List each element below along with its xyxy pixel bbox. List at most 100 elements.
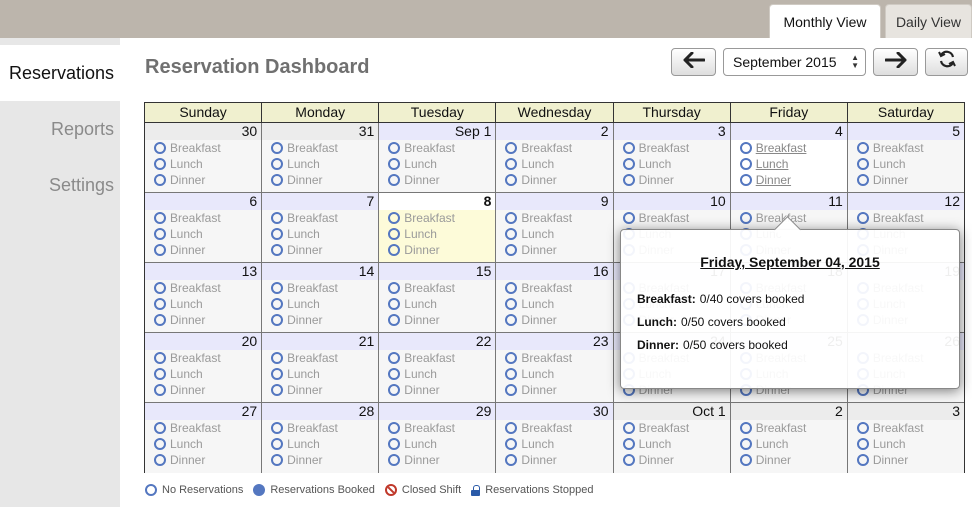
meal-slot[interactable]: Breakfast <box>379 350 495 366</box>
meal-slot[interactable]: Dinner <box>145 382 261 398</box>
meal-slot[interactable]: Dinner <box>262 382 378 398</box>
meal-slot[interactable]: Dinner <box>614 172 730 188</box>
meal-slot[interactable]: Lunch <box>262 156 378 172</box>
meal-slot[interactable]: Dinner <box>145 172 261 188</box>
calendar-day[interactable]: 30 Breakfast Lunch Dinner <box>496 403 614 473</box>
meal-slot[interactable]: Lunch <box>848 436 964 452</box>
meal-slot[interactable]: Breakfast <box>262 420 378 436</box>
meal-slot[interactable]: Dinner <box>731 452 847 468</box>
meal-slot[interactable]: Dinner <box>379 312 495 328</box>
calendar-day[interactable]: 8 Breakfast Lunch Dinner <box>379 193 497 262</box>
calendar-day[interactable]: 28 Breakfast Lunch Dinner <box>262 403 380 473</box>
meal-slot[interactable]: Dinner <box>379 452 495 468</box>
meal-slot[interactable]: Lunch <box>379 226 495 242</box>
calendar-day[interactable]: 4 Breakfast Lunch Dinner <box>730 123 848 192</box>
meal-slot[interactable]: Lunch <box>379 436 495 452</box>
meal-slot[interactable]: Lunch <box>496 226 612 242</box>
calendar-day[interactable]: 30 Breakfast Lunch Dinner <box>145 123 263 192</box>
prev-month-button[interactable] <box>671 48 716 76</box>
meal-slot[interactable]: Dinner <box>262 242 378 258</box>
meal-slot[interactable]: Breakfast <box>496 210 612 226</box>
meal-slot[interactable]: Dinner <box>262 452 378 468</box>
meal-slot[interactable]: Dinner <box>848 452 964 468</box>
calendar-day[interactable]: 22 Breakfast Lunch Dinner <box>379 333 497 402</box>
calendar-day[interactable]: 16 Breakfast Lunch Dinner <box>496 263 614 332</box>
tab-monthly-view[interactable]: Monthly View <box>769 4 881 38</box>
meal-slot[interactable]: Lunch <box>731 156 847 172</box>
meal-slot[interactable]: Breakfast <box>614 140 730 156</box>
meal-slot[interactable]: Breakfast <box>145 420 261 436</box>
meal-slot[interactable]: Lunch <box>496 436 612 452</box>
meal-slot[interactable]: Breakfast <box>496 280 612 296</box>
calendar-day[interactable]: Sep 1 Breakfast Lunch Dinner <box>379 123 497 192</box>
calendar-day[interactable]: 29 Breakfast Lunch Dinner <box>379 403 497 473</box>
calendar-day[interactable]: 27 Breakfast Lunch Dinner <box>145 403 263 473</box>
meal-slot[interactable]: Lunch <box>731 436 847 452</box>
calendar-day[interactable]: 2 Breakfast Lunch Dinner <box>496 123 614 192</box>
calendar-day[interactable]: 20 Breakfast Lunch Dinner <box>145 333 263 402</box>
meal-slot[interactable]: Dinner <box>848 172 964 188</box>
meal-slot[interactable]: Lunch <box>262 296 378 312</box>
meal-slot[interactable]: Breakfast <box>379 140 495 156</box>
meal-slot[interactable]: Dinner <box>145 312 261 328</box>
meal-slot[interactable]: Breakfast <box>145 280 261 296</box>
meal-slot[interactable]: Breakfast <box>262 140 378 156</box>
meal-slot[interactable]: Dinner <box>496 312 612 328</box>
calendar-day[interactable]: 9 Breakfast Lunch Dinner <box>496 193 614 262</box>
meal-slot[interactable]: Lunch <box>379 296 495 312</box>
sidebar-item-reports[interactable]: Reports <box>0 101 120 157</box>
calendar-day[interactable]: 7 Breakfast Lunch Dinner <box>262 193 380 262</box>
meal-slot[interactable]: Lunch <box>496 156 612 172</box>
meal-slot[interactable]: Breakfast <box>496 420 612 436</box>
meal-slot[interactable]: Lunch <box>145 226 261 242</box>
calendar-day[interactable]: 23 Breakfast Lunch Dinner <box>496 333 614 402</box>
meal-slot[interactable]: Dinner <box>379 382 495 398</box>
meal-slot[interactable]: Lunch <box>379 366 495 382</box>
calendar-day[interactable]: 31 Breakfast Lunch Dinner <box>262 123 380 192</box>
meal-slot[interactable]: Dinner <box>145 242 261 258</box>
meal-slot[interactable]: Lunch <box>145 296 261 312</box>
meal-slot[interactable]: Breakfast <box>262 350 378 366</box>
sidebar-item-reservations[interactable]: Reservations <box>0 45 120 101</box>
calendar-day[interactable]: 14 Breakfast Lunch Dinner <box>262 263 380 332</box>
meal-slot[interactable]: Breakfast <box>262 280 378 296</box>
meal-slot[interactable]: Dinner <box>731 172 847 188</box>
meal-slot[interactable]: Dinner <box>496 242 612 258</box>
meal-slot[interactable]: Breakfast <box>262 210 378 226</box>
meal-slot[interactable]: Lunch <box>379 156 495 172</box>
meal-slot[interactable]: Breakfast <box>731 140 847 156</box>
meal-slot[interactable]: Breakfast <box>379 280 495 296</box>
calendar-day[interactable]: 15 Breakfast Lunch Dinner <box>379 263 497 332</box>
meal-slot[interactable]: Breakfast <box>379 210 495 226</box>
calendar-day[interactable]: 13 Breakfast Lunch Dinner <box>145 263 263 332</box>
meal-slot[interactable]: Lunch <box>614 156 730 172</box>
meal-slot[interactable]: Dinner <box>379 242 495 258</box>
calendar-day[interactable]: 21 Breakfast Lunch Dinner <box>262 333 380 402</box>
meal-slot[interactable]: Breakfast <box>145 210 261 226</box>
meal-slot[interactable]: Breakfast <box>496 140 612 156</box>
meal-slot[interactable]: Breakfast <box>848 140 964 156</box>
meal-slot[interactable]: Dinner <box>262 172 378 188</box>
meal-slot[interactable]: Dinner <box>496 382 612 398</box>
calendar-day[interactable]: 6 Breakfast Lunch Dinner <box>145 193 263 262</box>
meal-slot[interactable]: Breakfast <box>614 210 730 226</box>
meal-slot[interactable]: Lunch <box>614 436 730 452</box>
meal-slot[interactable]: Lunch <box>496 296 612 312</box>
next-month-button[interactable] <box>873 48 918 76</box>
meal-slot[interactable]: Lunch <box>496 366 612 382</box>
meal-slot[interactable]: Lunch <box>145 366 261 382</box>
meal-slot[interactable]: Breakfast <box>145 140 261 156</box>
calendar-day[interactable]: 3 Breakfast Lunch Dinner <box>847 403 964 473</box>
meal-slot[interactable]: Dinner <box>496 452 612 468</box>
meal-slot[interactable]: Dinner <box>614 452 730 468</box>
meal-slot[interactable]: Lunch <box>262 226 378 242</box>
meal-slot[interactable]: Breakfast <box>848 210 964 226</box>
meal-slot[interactable]: Lunch <box>262 436 378 452</box>
tab-daily-view[interactable]: Daily View <box>885 4 972 38</box>
meal-slot[interactable]: Lunch <box>848 156 964 172</box>
meal-slot[interactable]: Breakfast <box>614 420 730 436</box>
sidebar-item-settings[interactable]: Settings <box>0 157 120 213</box>
meal-slot[interactable]: Breakfast <box>496 350 612 366</box>
meal-slot[interactable]: Breakfast <box>731 420 847 436</box>
meal-slot[interactable]: Dinner <box>262 312 378 328</box>
